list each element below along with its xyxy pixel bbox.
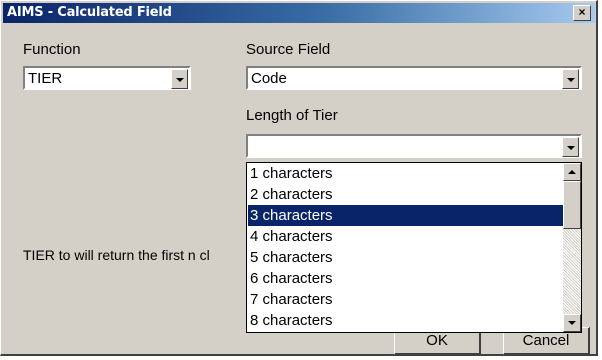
window-title: AIMS - Calculated Field (7, 5, 172, 20)
dropdown-option[interactable]: 4 characters (248, 226, 563, 247)
length-of-tier-dropdown-button[interactable] (562, 137, 579, 157)
dropdown-option[interactable]: 8 characters (248, 310, 563, 331)
source-field-value: Code (251, 70, 287, 87)
dropdown-option[interactable]: 5 characters (248, 247, 563, 268)
cancel-button-label: Cancel (522, 332, 570, 349)
source-field-label: Source Field (246, 41, 331, 58)
chevron-up-icon (568, 170, 576, 174)
dropdown-scrollbar[interactable] (563, 163, 581, 332)
dropdown-option[interactable]: 2 characters (248, 184, 563, 205)
dropdown-option[interactable]: 3 characters (248, 205, 563, 226)
scroll-thumb[interactable] (563, 181, 581, 229)
close-icon[interactable]: × (573, 5, 591, 21)
function-description: TIER to will return the first n cl (23, 247, 210, 263)
source-field-dropdown-button[interactable] (562, 69, 579, 89)
length-of-tier-select[interactable] (246, 134, 582, 158)
dropdown-option[interactable]: 7 characters (248, 289, 563, 310)
function-select[interactable]: TIER (23, 66, 191, 90)
chevron-down-icon (567, 146, 575, 150)
chevron-down-icon (567, 78, 575, 82)
chevron-down-icon (176, 78, 184, 82)
ok-button-label: OK (426, 332, 448, 349)
dropdown-option[interactable]: 1 characters (248, 163, 563, 184)
source-field-select[interactable]: Code (246, 66, 582, 90)
length-of-tier-dropdown-list[interactable]: 1 characters 2 characters 3 characters 4 ch… (246, 162, 582, 333)
title-bar[interactable]: AIMS - Calculated Field × (3, 3, 595, 23)
function-value: TIER (28, 70, 63, 87)
dropdown-option[interactable]: 6 characters (248, 268, 563, 289)
length-of-tier-label: Length of Tier (246, 107, 338, 124)
calculated-field-dialog: AIMS - Calculated Field × Function TIER … (0, 0, 598, 356)
chevron-down-icon (568, 321, 576, 325)
scroll-down-button[interactable] (563, 314, 581, 332)
scroll-up-button[interactable] (563, 163, 581, 181)
function-dropdown-button[interactable] (171, 69, 188, 89)
function-label: Function (23, 41, 81, 58)
